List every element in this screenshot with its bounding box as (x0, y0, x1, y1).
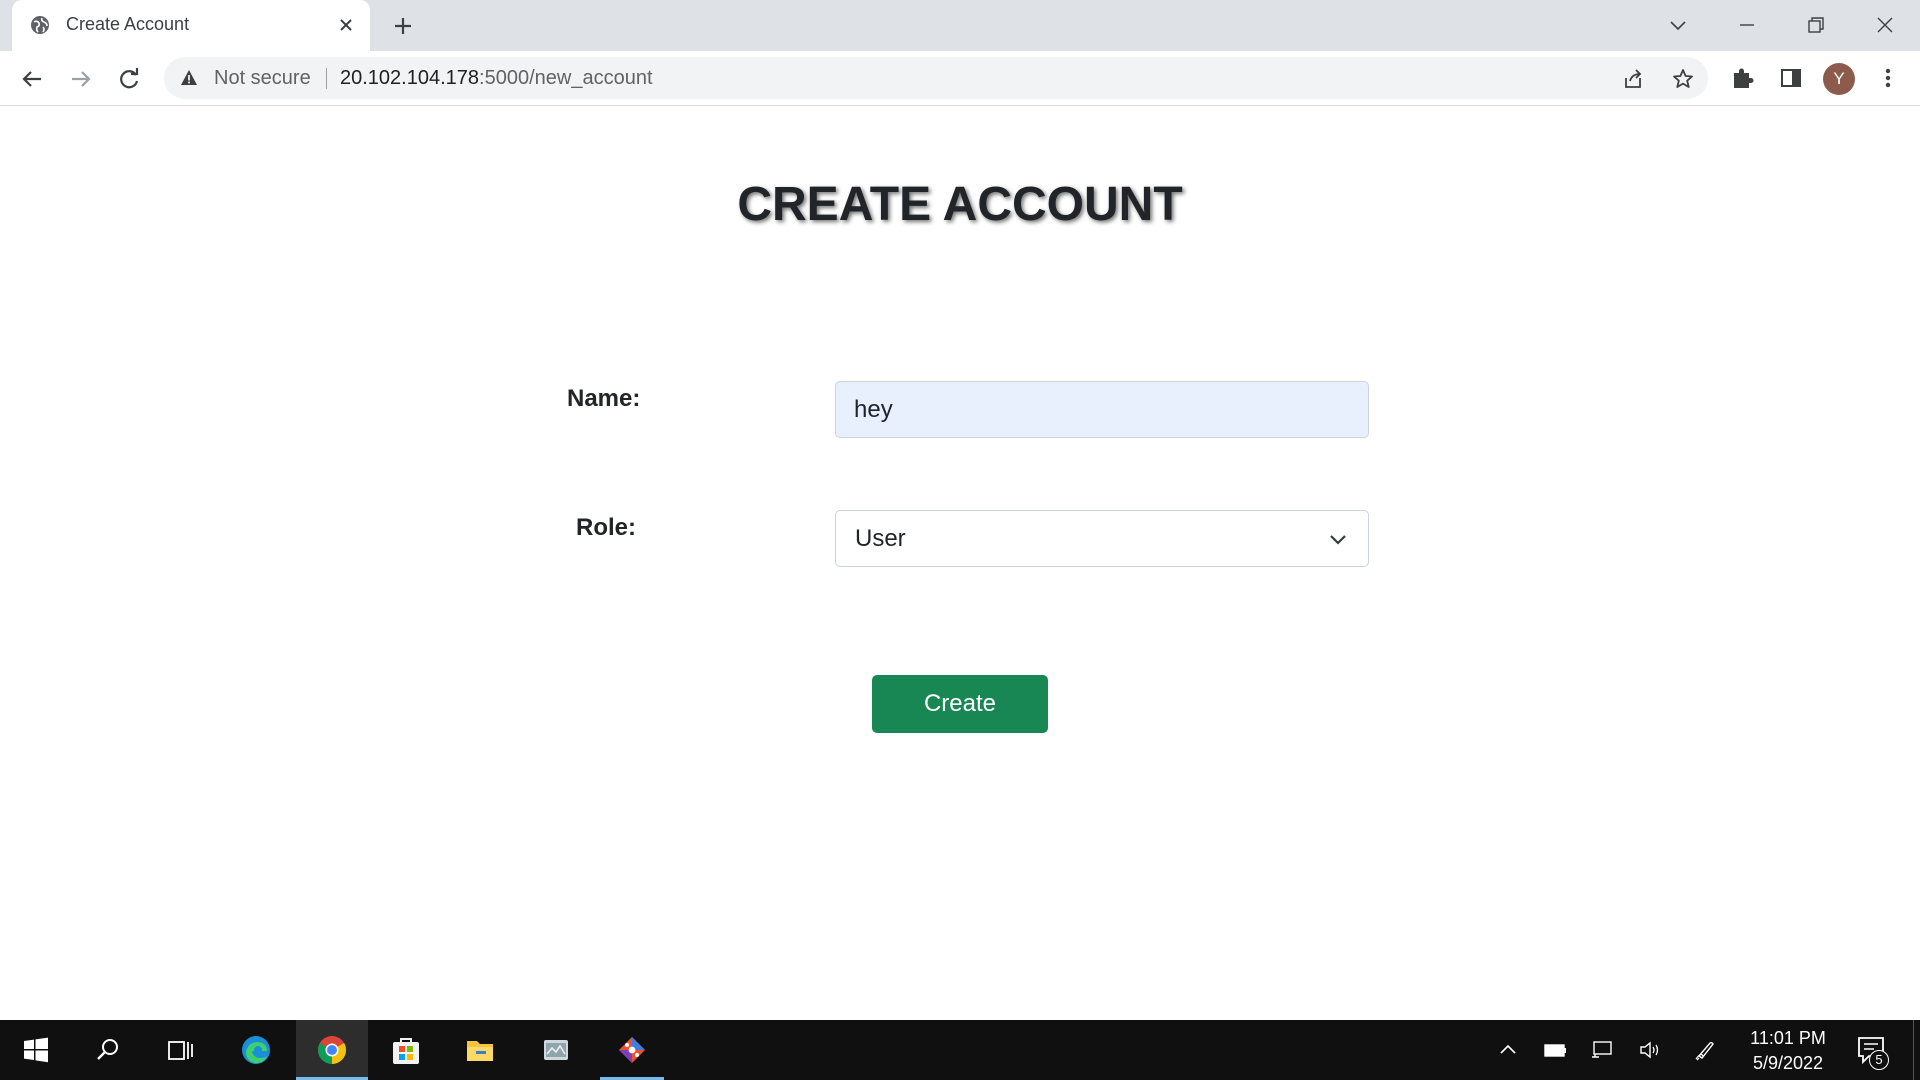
side-panel-icon[interactable] (1777, 64, 1805, 92)
taskbar-file-explorer[interactable] (444, 1020, 516, 1080)
notification-count-badge: 5 (1869, 1050, 1889, 1070)
globe-icon (31, 16, 49, 34)
edge-icon (242, 1036, 270, 1064)
tray-chevron-icon[interactable] (1496, 1038, 1520, 1062)
create-button[interactable]: Create (872, 675, 1048, 733)
chevron-down-icon (1330, 535, 1346, 545)
taskbar-clock[interactable]: 11:01 PM 5/9/2022 (1730, 1026, 1846, 1076)
show-desktop-button[interactable] (1913, 1020, 1920, 1080)
taskbar-git[interactable] (596, 1020, 668, 1080)
page-content: CREATE ACCOUNT Name: Role: User Create (0, 107, 1920, 1020)
taskbar-store[interactable] (370, 1020, 442, 1080)
back-icon[interactable] (17, 64, 47, 94)
battery-icon[interactable] (1543, 1038, 1567, 1062)
start-button[interactable] (0, 1020, 72, 1080)
share-icon[interactable] (1622, 67, 1646, 91)
network-icon[interactable] (1591, 1038, 1615, 1062)
tab-title: Create Account (66, 14, 190, 34)
taskbar-search-button[interactable] (72, 1020, 144, 1080)
warning-icon[interactable] (180, 69, 198, 87)
omnibox-divider (326, 68, 327, 89)
reload-icon[interactable] (114, 64, 144, 94)
git-icon (619, 1037, 645, 1063)
kebab-menu-icon[interactable] (1874, 64, 1902, 92)
browser-tab-strip: Create Account (0, 0, 1920, 51)
page-title: CREATE ACCOUNT (737, 178, 1183, 231)
restore-icon[interactable] (1799, 8, 1833, 42)
profile-avatar[interactable]: Y (1823, 63, 1855, 95)
taskbar-edge[interactable] (220, 1020, 292, 1080)
volume-icon[interactable] (1638, 1038, 1662, 1062)
browser-tab-active[interactable]: Create Account (12, 0, 370, 51)
security-status-text[interactable]: Not secure (214, 67, 311, 90)
chevron-down-icon[interactable] (1661, 8, 1695, 42)
app-icon (544, 1040, 568, 1060)
plus-icon[interactable] (390, 13, 416, 39)
browser-toolbar: Not secure 20.102.104.178:5000/new_accou… (0, 51, 1920, 106)
windows-taskbar: 11:01 PM 5/9/2022 5 (0, 1020, 1920, 1080)
star-icon[interactable] (1671, 67, 1695, 91)
forward-icon[interactable] (66, 64, 96, 94)
close-icon[interactable] (334, 13, 358, 37)
taskbar-app[interactable] (520, 1020, 592, 1080)
close-window-icon[interactable] (1868, 8, 1902, 42)
name-label: Name: (567, 385, 641, 412)
chrome-icon (318, 1036, 346, 1064)
windows-start-icon (24, 1037, 48, 1063)
task-view-button[interactable] (144, 1020, 216, 1080)
minimize-icon[interactable] (1730, 8, 1764, 42)
search-icon (97, 1039, 118, 1060)
clock-time: 11:01 PM (1750, 1028, 1826, 1048)
pen-icon[interactable] (1693, 1038, 1717, 1062)
clock-date: 5/9/2022 (1752, 1053, 1824, 1073)
role-select[interactable]: User (835, 510, 1369, 567)
name-input[interactable] (835, 381, 1369, 438)
store-icon (393, 1038, 419, 1064)
address-bar[interactable]: Not secure 20.102.104.178:5000/new_accou… (164, 57, 1708, 99)
role-label: Role: (576, 514, 636, 541)
extensions-icon[interactable] (1729, 64, 1757, 92)
taskbar-chrome[interactable] (296, 1020, 368, 1080)
url-path: :5000/new_account (479, 67, 653, 89)
url-text[interactable]: 20.102.104.178:5000/new_account (340, 67, 653, 90)
url-host: 20.102.104.178 (340, 67, 480, 89)
file-explorer-icon (467, 1041, 493, 1061)
role-selected-value: User (855, 525, 906, 552)
task-view-icon (168, 1041, 193, 1060)
